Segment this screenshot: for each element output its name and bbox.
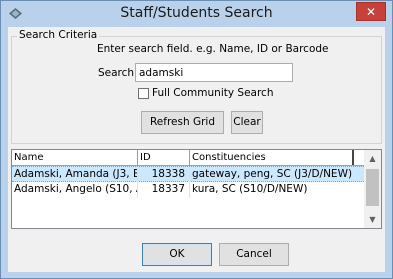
search-criteria-legend: Search Criteria (17, 29, 100, 41)
dialog-body: Search Criteria Enter search field. e.g.… (8, 27, 385, 272)
window-title: Staff/Students Search (120, 5, 273, 21)
scroll-thumb[interactable] (366, 169, 379, 206)
cell-name: Adamski, Angelo (S10, A) (12, 182, 138, 198)
close-icon: ✕ (365, 5, 377, 19)
table-row[interactable]: Adamski, Angelo (S10, A) 18337 kura, SC … (12, 182, 364, 198)
cell-constituencies: gateway, peng, SC (J3/D/NEW) (192, 168, 353, 180)
full-community-checkbox[interactable] (138, 88, 149, 99)
search-label: Search: (98, 67, 138, 79)
refresh-grid-button[interactable]: Refresh Grid (141, 111, 224, 134)
clear-button[interactable]: Clear (231, 111, 263, 134)
search-hint: Enter search field. e.g. Name, ID or Bar… (97, 43, 329, 55)
cell-constituencies: kura, SC (S10/D/NEW) (192, 183, 308, 195)
grid-vertical-scrollbar[interactable]: ▲ ▼ (364, 150, 381, 228)
column-header-constituencies[interactable]: Constituencies (190, 150, 354, 165)
results-grid: Name ID Constituencies Adamski, Amanda (… (11, 149, 382, 229)
cancel-button[interactable]: Cancel (219, 243, 289, 266)
full-community-label[interactable]: Full Community Search (152, 87, 273, 99)
column-header-id[interactable]: ID (138, 150, 190, 165)
search-dialog: Staff/Students Search ✕ Search Criteria … (0, 0, 393, 279)
ok-button[interactable]: OK (142, 243, 212, 266)
scroll-up-icon[interactable]: ▲ (364, 150, 381, 167)
scroll-down-icon[interactable]: ▼ (364, 211, 381, 228)
close-button[interactable]: ✕ (356, 2, 386, 21)
cell-id: 18338 (138, 167, 190, 183)
table-row[interactable]: Adamski, Amanda (J3, B) 18338 gateway, p… (12, 166, 364, 183)
search-criteria-group: Search Criteria Enter search field. e.g.… (11, 29, 382, 144)
search-input[interactable] (135, 63, 293, 82)
title-bar[interactable]: Staff/Students Search ✕ (1, 1, 392, 26)
cell-id: 18337 (138, 182, 190, 198)
grid-header: Name ID Constituencies (12, 150, 364, 166)
cell-name: Adamski, Amanda (J3, B) (12, 167, 138, 183)
column-header-name[interactable]: Name (12, 150, 138, 165)
